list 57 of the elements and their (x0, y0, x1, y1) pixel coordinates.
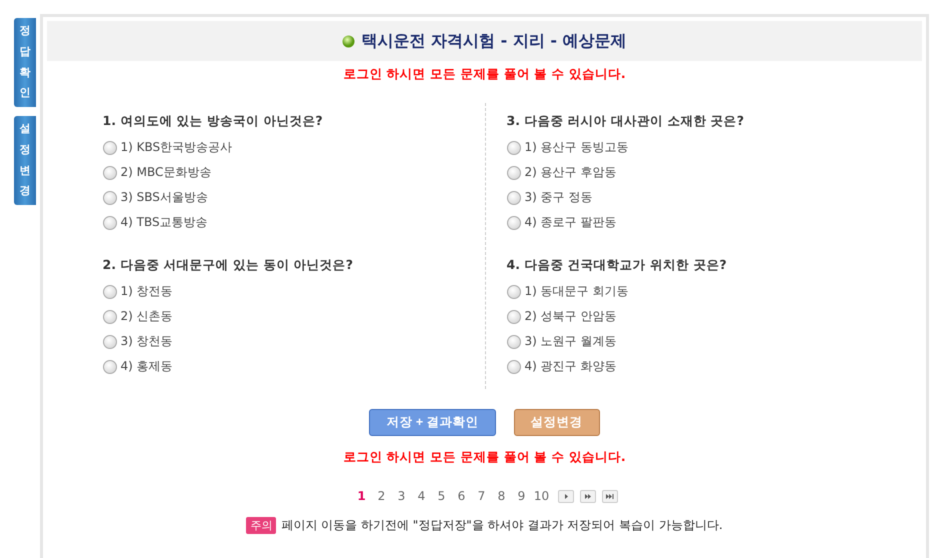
fast-forward-icon (582, 492, 592, 500)
answer-option[interactable]: 2) 성북구 안암동 (506, 304, 924, 329)
radio-button[interactable] (506, 140, 520, 154)
login-notice: 로그인 하시면 모든 문제를 풀어 볼 수 있습니다. (343, 66, 626, 83)
radio-button[interactable] (506, 166, 520, 180)
radio-button[interactable] (102, 216, 116, 230)
caution-text: 페이지 이동을 하기전에 "정답저장"을 하셔야 결과가 저장되어 복습이 가능합니다. (281, 517, 723, 534)
answer-option[interactable]: 3) 창천동 (102, 329, 484, 354)
answer-option[interactable]: 3) 노원구 월계동 (506, 329, 924, 354)
answer-option[interactable]: 1) 창전동 (102, 279, 484, 304)
page-link[interactable]: 5 (432, 489, 452, 503)
page-link[interactable]: 3 (392, 489, 412, 503)
pager-button[interactable] (558, 490, 574, 502)
radio-button[interactable] (506, 190, 520, 204)
radio-button[interactable] (506, 284, 520, 298)
login-notice: 로그인 하시면 모든 문제를 풀어 볼 수 있습니다. (343, 449, 626, 466)
pager-button[interactable] (602, 490, 618, 502)
radio-button[interactable] (506, 360, 520, 374)
answer-option[interactable]: 2) 용산구 후암동 (506, 160, 924, 185)
answer-option[interactable]: 1) 동대문구 회기동 (506, 279, 924, 304)
question-text: 4. 다음중 건국대학교가 위치한 곳은? (506, 257, 728, 274)
answer-option[interactable]: 2) 신촌동 (102, 304, 484, 329)
radio-button[interactable] (102, 166, 116, 180)
page-link[interactable]: 7 (472, 489, 492, 503)
radio-button[interactable] (102, 140, 116, 154)
page-title: 택시운전 자격시험 - 지리 - 예상문제 (361, 30, 627, 52)
answer-option[interactable]: 3) SBS서울방송 (102, 185, 484, 210)
bullet-icon (342, 34, 356, 48)
page-link[interactable]: 9 (512, 489, 532, 503)
page-link[interactable]: 1 (352, 489, 372, 503)
answer-option[interactable]: 4) 홍제동 (102, 354, 484, 379)
radio-button[interactable] (506, 216, 520, 230)
radio-button[interactable] (506, 334, 520, 348)
answer-option[interactable]: 2) MBC문화방송 (102, 160, 484, 185)
answer-option[interactable]: 1) KBS한국방송공사 (102, 135, 484, 160)
page-link[interactable]: 6 (452, 489, 472, 503)
page-link[interactable]: 4 (412, 489, 432, 503)
caution-badge: 주의 (246, 517, 276, 534)
answer-option[interactable]: 4) 광진구 화양동 (506, 354, 924, 379)
page-link[interactable]: 2 (372, 489, 392, 503)
radio-button[interactable] (506, 310, 520, 324)
page-link[interactable]: 10 (532, 489, 552, 503)
page-link[interactable]: 8 (492, 489, 512, 503)
pager-button[interactable] (580, 490, 596, 502)
question-text: 1. 여의도에 있는 방송국이 아닌것은? (102, 113, 324, 130)
radio-button[interactable] (102, 190, 116, 204)
answer-option[interactable]: 4) 종로구 팔판동 (506, 210, 924, 235)
answer-option[interactable]: 1) 용산구 동빙고동 (506, 135, 924, 160)
question-text: 2. 다음중 서대문구에 있는 동이 아닌것은? (102, 257, 354, 274)
radio-button[interactable] (102, 310, 116, 324)
last-page-icon (604, 492, 614, 500)
radio-button[interactable] (102, 284, 116, 298)
answer-option[interactable]: 4) TBS교통방송 (102, 210, 484, 235)
answer-option[interactable]: 3) 중구 정동 (506, 185, 924, 210)
question-text: 3. 다음중 러시아 대사관이 소재한 곳은? (506, 113, 745, 130)
radio-button[interactable] (102, 334, 116, 348)
radio-button[interactable] (102, 360, 116, 374)
